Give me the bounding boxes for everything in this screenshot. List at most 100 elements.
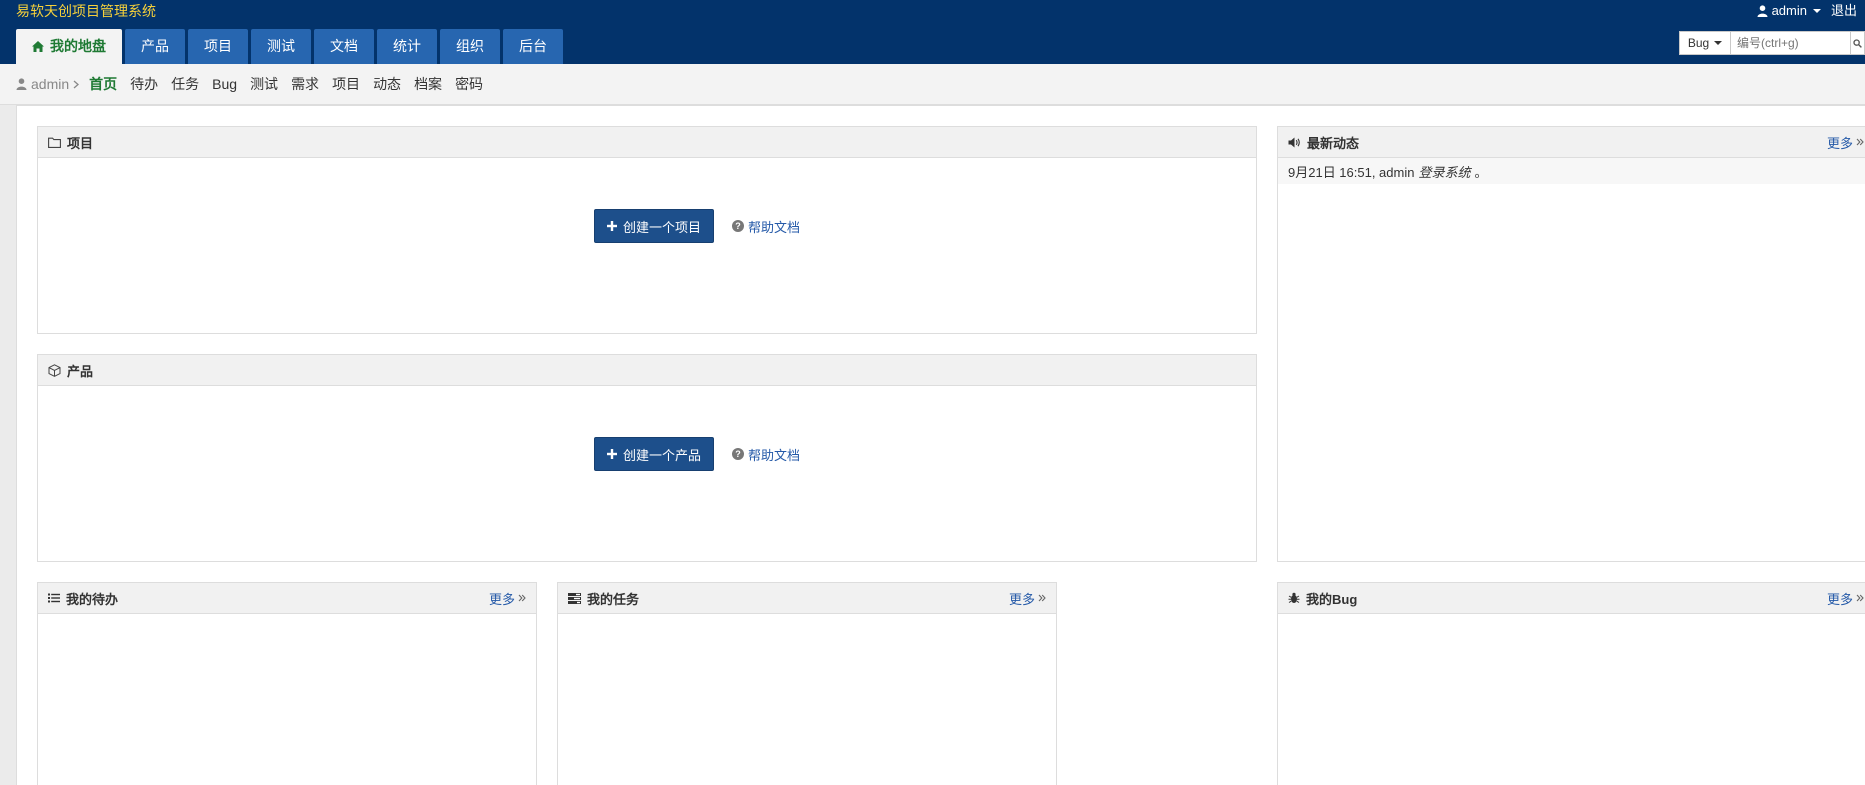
panel-title: 产品 (67, 363, 94, 379)
entry-time: 9月21日 16:51, admin (1288, 164, 1415, 180)
logout-link[interactable]: 退出 (1831, 2, 1857, 20)
entry-action[interactable]: 登录系统 (1418, 162, 1470, 181)
tab-label: 文档 (330, 38, 358, 54)
create-product-button[interactable]: 创建一个产品 (593, 437, 714, 471)
todo-more-link[interactable]: 更多 (489, 589, 526, 608)
subnav-dynamic[interactable]: 动态 (373, 74, 401, 94)
panel-title: 项目 (67, 135, 94, 151)
panel-header: 我的Bug 更多 (1278, 583, 1865, 614)
panel-header: 项目 (38, 127, 1256, 158)
tab-label: 产品 (141, 38, 169, 54)
subnav-todo[interactable]: 待办 (130, 74, 158, 94)
button-label: 创建一个项目 (622, 219, 701, 235)
breadcrumb: admin (16, 76, 80, 92)
panel-title: 最新动态 (1307, 135, 1360, 151)
subnav-story[interactable]: 需求 (291, 74, 319, 94)
sub-nav: admin 首页 待办 任务 Bug 测试 需求 项目 动态 档案 密码 (0, 64, 1865, 105)
subnav-profile[interactable]: 档案 (414, 74, 442, 94)
dynamic-more-link[interactable]: 更多 (1827, 133, 1864, 152)
subnav-home[interactable]: 首页 (89, 74, 117, 94)
bug-icon (1288, 592, 1300, 604)
product-help-link[interactable]: ? 帮助文档 (732, 445, 800, 464)
tab-admin[interactable]: 后台 (503, 29, 563, 64)
search-icon (1853, 38, 1862, 48)
tab-label: 测试 (267, 38, 295, 54)
task-panel: 我的任务 更多 (557, 582, 1057, 785)
folder-icon (48, 137, 61, 148)
panel-title: 我的任务 (587, 591, 640, 607)
tab-doc[interactable]: 文档 (314, 29, 374, 64)
chevron-right-icon (73, 80, 80, 89)
tab-product[interactable]: 产品 (125, 29, 185, 64)
chevron-down-icon (1714, 41, 1723, 45)
tab-my[interactable]: 我的地盘 (16, 29, 122, 64)
project-help-link[interactable]: ? 帮助文档 (732, 217, 800, 236)
tab-report[interactable]: 统计 (377, 29, 437, 64)
tab-test[interactable]: 测试 (251, 29, 311, 64)
double-chevron-right-icon (518, 594, 526, 602)
subnav-test[interactable]: 测试 (250, 74, 278, 94)
panel-header: 我的任务 更多 (558, 583, 1056, 614)
volume-icon (1288, 137, 1301, 148)
app-brand[interactable]: 易软天创项目管理系统 (16, 2, 156, 20)
home-icon (32, 41, 44, 52)
subnav-task[interactable]: 任务 (171, 74, 199, 94)
task-more-link[interactable]: 更多 (1009, 589, 1046, 608)
bug-more-link[interactable]: 更多 (1827, 589, 1864, 608)
tasks-icon (568, 592, 581, 604)
user-icon (16, 78, 27, 90)
tab-project[interactable]: 项目 (188, 29, 248, 64)
panel-header: 产品 (38, 355, 1256, 386)
user-area: admin 退出 (1757, 2, 1857, 20)
dynamic-panel: 最新动态 更多 9月21日 16:51, admin 登录系统 。 (1277, 126, 1865, 562)
user-menu[interactable]: admin (1757, 2, 1821, 20)
search-box: Bug (1679, 31, 1865, 55)
main-nav: 我的地盘 产品 项目 测试 文档 统计 组织 后台 (16, 29, 566, 64)
tab-label: 后台 (519, 38, 547, 54)
plus-icon (606, 221, 617, 231)
product-panel: 产品 创建一个产品 ? 帮助文档 (37, 354, 1257, 562)
search-type-value: Bug (1687, 36, 1710, 50)
subnav-project[interactable]: 项目 (332, 74, 360, 94)
panel-body: 9月21日 16:51, admin 登录系统 。 (1278, 158, 1865, 184)
button-label: 创建一个产品 (622, 447, 701, 463)
more-label: 更多 (1826, 591, 1853, 607)
breadcrumb-user[interactable]: admin (31, 76, 69, 92)
subnav-password[interactable]: 密码 (455, 74, 483, 94)
panel-body: 创建一个产品 ? 帮助文档 (38, 386, 1256, 562)
help-label: 帮助文档 (748, 219, 801, 235)
question-circle-icon: ? (732, 448, 744, 460)
cube-icon (48, 363, 61, 377)
question-circle-icon: ? (732, 220, 744, 232)
dashboard-content: 项目 创建一个项目 ? 帮助文档 产品 创建一个产品 ? 帮助文档 最新动态 更… (16, 105, 1865, 785)
plus-icon (606, 449, 617, 459)
panel-title: 我的Bug (1306, 591, 1358, 607)
panel-header: 我的待办 更多 (38, 583, 536, 614)
tab-company[interactable]: 组织 (440, 29, 500, 64)
bug-panel: 我的Bug 更多 (1277, 582, 1865, 785)
search-type-select[interactable]: Bug (1679, 31, 1731, 55)
user-name: admin (1771, 3, 1807, 18)
tab-label: 我的地盘 (50, 38, 106, 54)
more-label: 更多 (1826, 135, 1853, 151)
more-label: 更多 (1008, 591, 1035, 607)
tab-label: 统计 (393, 38, 421, 54)
top-header: 易软天创项目管理系统 admin 退出 我的地盘 产品 项目 测试 文档 统计 … (0, 0, 1865, 64)
search-input[interactable] (1731, 31, 1851, 55)
panel-title: 我的待办 (66, 591, 119, 607)
chevron-down-icon (1812, 9, 1821, 13)
user-icon (1757, 5, 1768, 17)
panel-header: 最新动态 更多 (1278, 127, 1865, 158)
dynamic-entry: 9月21日 16:51, admin 登录系统 。 (1278, 158, 1865, 184)
tab-label: 组织 (456, 38, 484, 54)
project-panel: 项目 创建一个项目 ? 帮助文档 (37, 126, 1257, 334)
search-go-button[interactable] (1851, 31, 1865, 55)
entry-end: 。 (1474, 164, 1488, 180)
subnav-bug[interactable]: Bug (212, 76, 237, 92)
create-project-button[interactable]: 创建一个项目 (593, 209, 714, 243)
double-chevron-right-icon (1856, 138, 1864, 146)
panel-body: 创建一个项目 ? 帮助文档 (38, 158, 1256, 334)
double-chevron-right-icon (1856, 594, 1864, 602)
tab-label: 项目 (204, 38, 232, 54)
more-label: 更多 (488, 591, 515, 607)
